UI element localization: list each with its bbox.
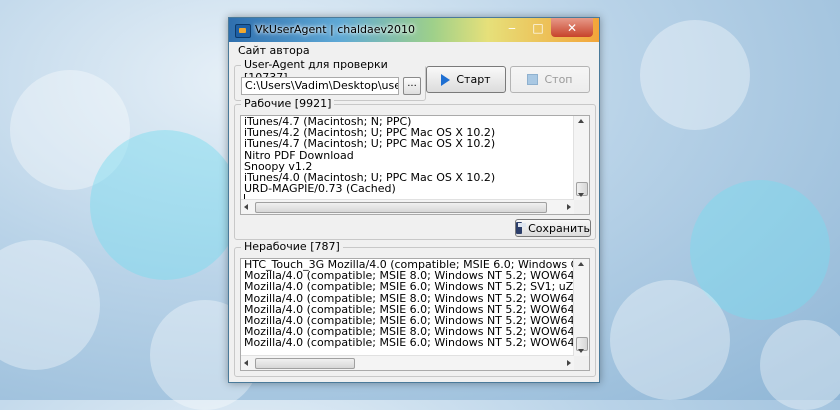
file-path-input[interactable]: C:\Users\Vadim\Desktop\user-agent.txt — [241, 77, 399, 95]
list-item: Mozilla/4.0 (compatible; MSIE 6.0; Windo… — [244, 280, 589, 294]
scroll-corner — [574, 356, 589, 370]
browse-button[interactable]: ... — [403, 77, 421, 95]
working-group-label: Рабочие [9921] — [241, 97, 335, 110]
list-item: URD-MAGPIE/0.73 (Cached) — [244, 182, 396, 196]
scroll-down-icon[interactable] — [578, 193, 584, 197]
window-title: VkUserAgent | chaldaev2010 — [255, 23, 416, 36]
working-hscroll[interactable] — [241, 199, 574, 214]
not-working-group: Нерабочие [787] HTC_Touch_3G Mozilla/4.0… — [234, 240, 596, 377]
menu-author-site[interactable]: Сайт автора — [238, 44, 310, 57]
scroll-right-icon[interactable] — [567, 204, 571, 210]
stop-button[interactable]: Стоп — [510, 66, 590, 93]
maximize-button[interactable]: □ — [525, 18, 551, 37]
background-bokeh — [90, 130, 240, 280]
stop-label: Стоп — [544, 73, 573, 86]
working-lines: iTunes/4.7 (Macintosh; N; PPC) iTunes/4.2… — [241, 116, 589, 194]
background-bokeh — [760, 320, 840, 410]
app-icon — [235, 24, 251, 38]
list-item: Mozilla/4.0 (compatible; MSIE 6.0; Windo… — [244, 336, 589, 350]
working-hscroll-thumb[interactable] — [255, 202, 547, 213]
not-working-list[interactable]: HTC_Touch_3G Mozilla/4.0 (compatible; MS… — [240, 258, 590, 371]
scroll-corner — [574, 200, 589, 214]
save-label: Сохранить — [528, 221, 590, 235]
scroll-left-icon[interactable] — [244, 360, 248, 366]
stop-icon — [527, 74, 539, 85]
floppy-disk-icon — [516, 222, 527, 234]
background-bokeh — [610, 280, 730, 400]
working-list[interactable]: iTunes/4.7 (Macintosh; N; PPC) iTunes/4.2… — [240, 115, 590, 215]
app-window: VkUserAgent | chaldaev2010 ‒ □ ✕ Сайт ав… — [228, 17, 600, 383]
scroll-up-icon[interactable] — [578, 262, 584, 266]
scroll-up-icon[interactable] — [578, 119, 584, 123]
not-working-hscroll[interactable] — [241, 355, 574, 370]
not-working-group-label: Нерабочие [787] — [241, 240, 343, 253]
scroll-left-icon[interactable] — [244, 204, 248, 210]
background-bokeh — [0, 240, 100, 370]
start-label: Старт — [456, 73, 491, 86]
title-bar[interactable]: VkUserAgent | chaldaev2010 ‒ □ ✕ — [229, 18, 599, 42]
not-working-hscroll-thumb[interactable] — [255, 358, 355, 369]
not-working-lines: HTC_Touch_3G Mozilla/4.0 (compatible; MS… — [241, 259, 589, 349]
play-icon — [441, 73, 451, 86]
start-button[interactable]: Старт — [426, 66, 506, 93]
background-bokeh — [640, 20, 750, 130]
window-controls: ‒ □ ✕ — [499, 18, 593, 38]
working-group: Рабочие [9921] iTunes/4.7 (Macintosh; N;… — [234, 97, 596, 240]
working-vscroll[interactable] — [573, 116, 589, 200]
save-button[interactable]: Сохранить — [515, 219, 591, 237]
minimize-button[interactable]: ‒ — [499, 18, 525, 37]
check-group: User-Agent для проверки [10737] C:\Users… — [234, 58, 426, 101]
scroll-down-icon[interactable] — [578, 349, 584, 353]
list-item: iTunes/4.7 (Macintosh; U; PPC Mac OS X 1… — [244, 137, 496, 151]
not-working-vscroll[interactable] — [573, 259, 589, 356]
scroll-right-icon[interactable] — [567, 360, 571, 366]
close-button[interactable]: ✕ — [551, 18, 593, 37]
